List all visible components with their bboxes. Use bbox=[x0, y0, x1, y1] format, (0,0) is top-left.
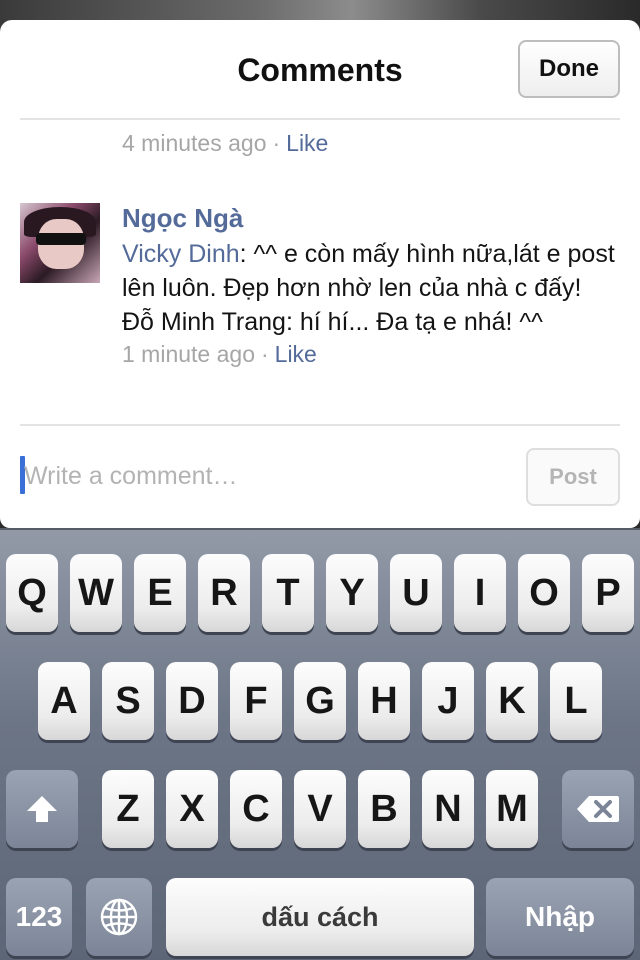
key-l[interactable]: L bbox=[550, 662, 602, 740]
key-s[interactable]: S bbox=[102, 662, 154, 740]
key-h[interactable]: H bbox=[358, 662, 410, 740]
sheet-header: Comments Done bbox=[0, 20, 640, 120]
composer-divider bbox=[20, 424, 620, 426]
key-d[interactable]: D bbox=[166, 662, 218, 740]
comment-input[interactable] bbox=[24, 456, 504, 496]
key-a[interactable]: A bbox=[38, 662, 90, 740]
header-divider bbox=[20, 118, 620, 120]
like-link[interactable]: Like bbox=[275, 341, 317, 367]
key-p[interactable]: P bbox=[582, 554, 634, 632]
key-i[interactable]: I bbox=[454, 554, 506, 632]
space-key[interactable]: dấu cách bbox=[166, 878, 474, 956]
done-button[interactable]: Done bbox=[518, 40, 620, 98]
comment-time: 1 minute ago bbox=[122, 341, 255, 367]
post-button[interactable]: Post bbox=[526, 448, 620, 506]
comments-sheet: Comments Done 4 minutes ago · Like Ngọc Ng… bbox=[0, 20, 640, 528]
comment-body: Ngọc Ngà Vicky Dinh: ^^ e còn mấy hình n… bbox=[122, 203, 620, 368]
globe-icon bbox=[100, 898, 138, 936]
key-j[interactable]: J bbox=[422, 662, 474, 740]
numbers-key[interactable]: 123 bbox=[6, 878, 72, 956]
key-x[interactable]: X bbox=[166, 770, 218, 848]
comment-time: 4 minutes ago bbox=[122, 130, 267, 156]
key-v[interactable]: V bbox=[294, 770, 346, 848]
globe-key[interactable] bbox=[86, 878, 152, 956]
comment-author[interactable]: Ngọc Ngà bbox=[122, 203, 620, 233]
previous-comment-meta: 4 minutes ago · Like bbox=[122, 130, 328, 157]
key-q[interactable]: Q bbox=[6, 554, 58, 632]
keyboard: Q W E R T Y U I O P A S D F G H J K L Z … bbox=[0, 528, 640, 960]
comment-composer: Post bbox=[20, 448, 620, 510]
key-o[interactable]: O bbox=[518, 554, 570, 632]
key-b[interactable]: B bbox=[358, 770, 410, 848]
return-key[interactable]: Nhập bbox=[486, 878, 634, 956]
key-f[interactable]: F bbox=[230, 662, 282, 740]
key-y[interactable]: Y bbox=[326, 554, 378, 632]
key-g[interactable]: G bbox=[294, 662, 346, 740]
comment-line: Đỗ Minh Trang: hí hí... Đa tạ e nhá! ^^ bbox=[122, 308, 543, 336]
key-c[interactable]: C bbox=[230, 770, 282, 848]
key-w[interactable]: W bbox=[70, 554, 122, 632]
key-u[interactable]: U bbox=[390, 554, 442, 632]
mention-link[interactable]: Vicky Dinh bbox=[122, 240, 240, 268]
meta-separator: · bbox=[272, 130, 281, 156]
key-z[interactable]: Z bbox=[102, 770, 154, 848]
delete-key[interactable] bbox=[562, 770, 634, 848]
key-m[interactable]: M bbox=[486, 770, 538, 848]
shift-key[interactable] bbox=[6, 770, 78, 848]
key-t[interactable]: T bbox=[262, 554, 314, 632]
key-e[interactable]: E bbox=[134, 554, 186, 632]
avatar[interactable] bbox=[20, 203, 100, 283]
key-n[interactable]: N bbox=[422, 770, 474, 848]
shift-icon bbox=[27, 796, 57, 822]
comment-text: Vicky Dinh: ^^ e còn mấy hình nữa,lát e … bbox=[122, 237, 620, 339]
like-link[interactable]: Like bbox=[286, 130, 328, 156]
backspace-icon bbox=[577, 796, 619, 822]
key-r[interactable]: R bbox=[198, 554, 250, 632]
key-k[interactable]: K bbox=[486, 662, 538, 740]
meta-separator: · bbox=[260, 341, 269, 367]
comment-meta: 1 minute ago · Like bbox=[122, 341, 620, 368]
